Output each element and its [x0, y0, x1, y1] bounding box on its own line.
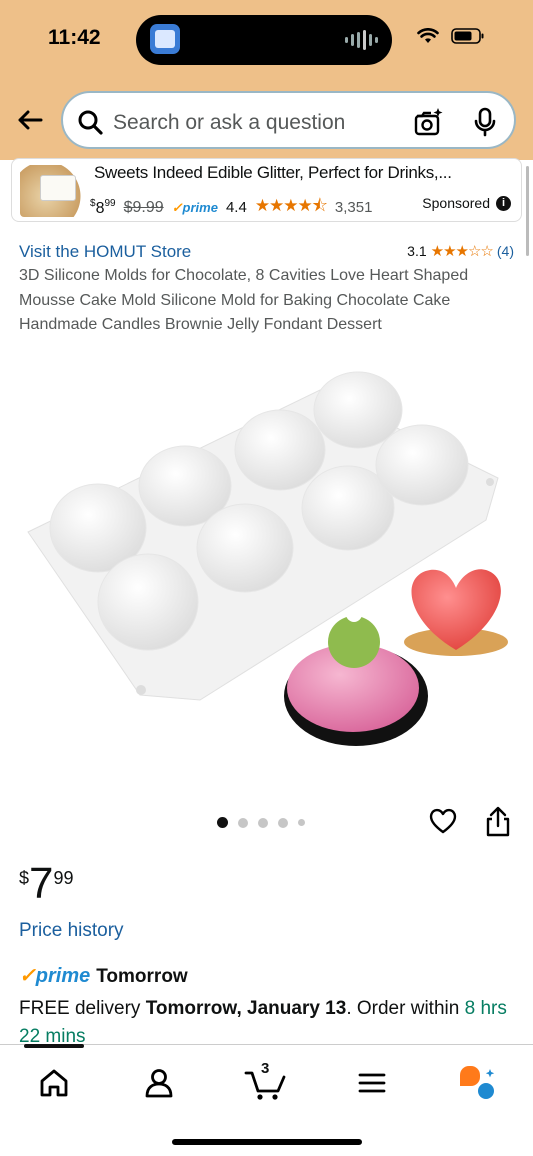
ad-list-price: $9.99	[123, 198, 164, 216]
rating-stars: ★★★☆☆	[430, 243, 494, 260]
top-header: 11:42 Search or ask a question	[0, 0, 533, 160]
prime-tomorrow: Tomorrow	[96, 966, 188, 987]
wifi-icon	[417, 28, 439, 43]
price-fraction: 99	[53, 868, 74, 888]
search-bar[interactable]: Search or ask a question	[61, 91, 516, 149]
nav-active-indicator	[24, 1044, 84, 1048]
delivery-info: FREE delivery Tomorrow, January 13. Orde…	[19, 998, 507, 1047]
sponsored-label[interactable]: Sponsored i	[422, 195, 511, 211]
image-carousel-dots[interactable]	[217, 817, 305, 828]
bottom-nav: 3	[0, 1044, 533, 1156]
rating-count: (4)	[496, 243, 514, 259]
price-history-link[interactable]: Price history	[19, 920, 124, 942]
status-time: 11:42	[48, 26, 101, 49]
rating-value: 3.1	[407, 243, 427, 259]
ad-stars: ★★★★⯪	[254, 196, 328, 215]
info-icon: i	[496, 195, 511, 211]
carousel-dot[interactable]	[238, 817, 248, 828]
price-currency: $	[19, 868, 30, 888]
product-rating[interactable]: 3.1 ★★★☆☆ (4)	[407, 242, 514, 260]
scrollbar[interactable]	[526, 166, 529, 256]
delivery-date: Tomorrow, January 13	[145, 998, 347, 1019]
cart-button[interactable]: 3	[244, 1060, 286, 1103]
sponsored-ad-banner[interactable]: Sweets Indeed Edible Glitter, Perfect fo…	[11, 158, 522, 222]
cart-count: 3	[261, 1060, 270, 1077]
prime-logo: ✓prime	[19, 965, 91, 987]
ad-details: $899 $9.99 ✓prime 4.4 ★★★★⯪ 3,351	[90, 193, 372, 222]
menu-icon[interactable]	[352, 1063, 392, 1103]
product-image[interactable]	[20, 370, 513, 770]
carousel-dot[interactable]	[298, 819, 305, 826]
ad-price: $899	[90, 197, 116, 217]
live-activity-app-icon	[150, 24, 180, 54]
price-whole: 7	[29, 859, 54, 908]
search-row: Search or ask a question	[0, 88, 533, 152]
search-icon	[78, 110, 103, 135]
audio-wave-icon	[345, 30, 378, 50]
share-icon[interactable]	[484, 806, 512, 838]
microphone-icon[interactable]	[473, 107, 497, 137]
ad-product-image	[20, 165, 84, 217]
heart-icon[interactable]	[428, 806, 458, 836]
prime-delivery-badge: ✓prime Tomorrow	[19, 963, 188, 988]
rufus-icon[interactable]	[456, 1063, 496, 1103]
product-price: $ 7 99	[19, 860, 74, 908]
back-arrow-icon[interactable]	[14, 104, 46, 136]
home-indicator[interactable]	[172, 1139, 362, 1145]
carousel-dot[interactable]	[258, 817, 268, 828]
home-icon[interactable]	[34, 1063, 74, 1103]
ad-rating: 4.4	[225, 199, 247, 216]
account-icon[interactable]	[139, 1063, 179, 1103]
store-link[interactable]: Visit the HOMUT Store	[19, 242, 191, 262]
dynamic-island	[136, 15, 392, 65]
ad-prime-badge: ✓prime	[171, 199, 218, 215]
carousel-dot[interactable]	[278, 817, 288, 828]
camera-search-icon[interactable]	[413, 107, 443, 137]
status-icons	[417, 28, 485, 44]
battery-icon	[451, 28, 484, 44]
carousel-dot[interactable]	[217, 817, 228, 828]
ad-review-count: 3,351	[334, 199, 373, 216]
ad-title: Sweets Indeed Edible Glitter, Perfect fo…	[94, 163, 452, 182]
product-title: 3D Silicone Molds for Chocolate, 8 Cavit…	[19, 267, 469, 333]
search-input[interactable]: Search or ask a question	[113, 111, 345, 135]
